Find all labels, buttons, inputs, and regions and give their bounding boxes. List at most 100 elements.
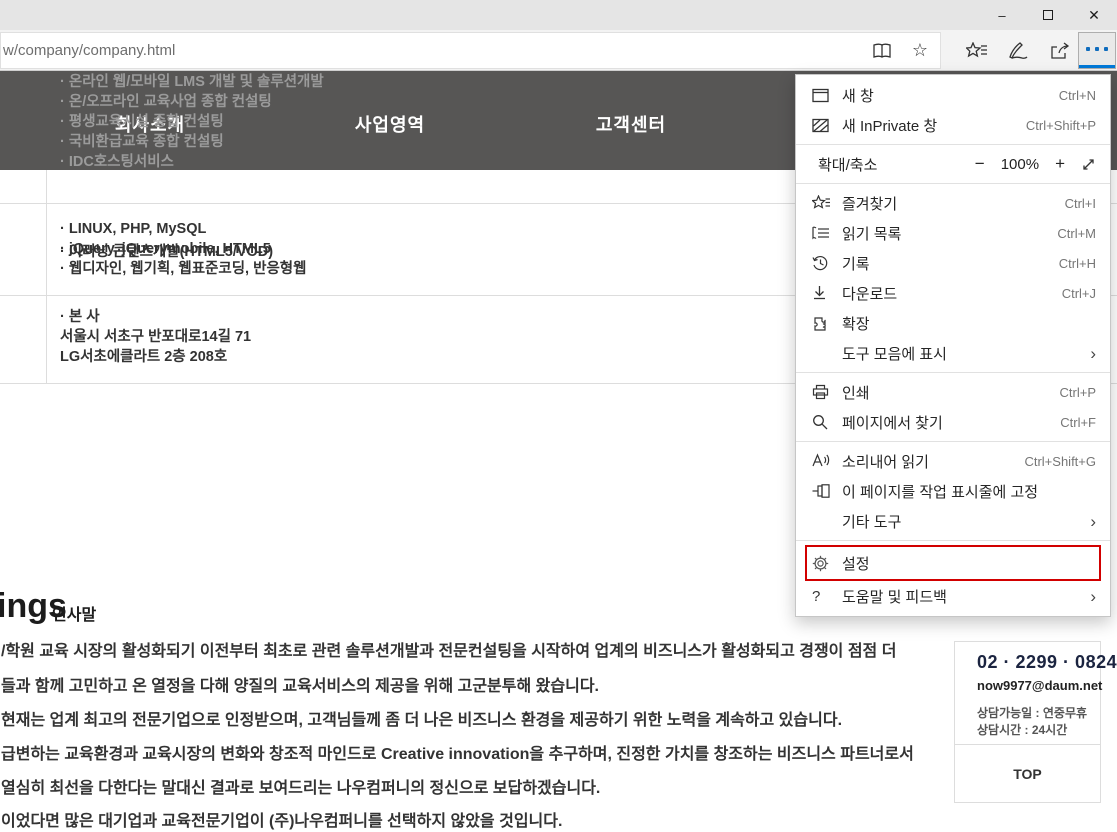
close-button[interactable]: ✕ xyxy=(1071,0,1117,30)
history-icon xyxy=(812,255,842,271)
quick-contact-panel: 02 · 2299 · 0824 now9977@daum.net 상담가능일 … xyxy=(954,641,1101,803)
menu-item-print[interactable]: 인쇄 Ctrl+P xyxy=(796,377,1110,407)
reading-view-icon[interactable] xyxy=(870,39,894,63)
settings-icon xyxy=(812,555,842,572)
greeting-paragraph: 열심히 최선을 다한다는 말대신 결과로 보여드리는 나우컴퍼니의 정신으로 보… xyxy=(1,779,600,799)
downloads-icon xyxy=(812,285,842,301)
list-item: LG서초에클라트 2층 208호 xyxy=(60,347,251,367)
tech-list: · LINUX, PHP, MySQL · jQuery, jQuerymobi… xyxy=(60,219,306,279)
menu-item-help-feedback[interactable]: ? 도움말 및 피드백 › xyxy=(796,581,1110,611)
menu-item-label: 도움말 및 피드백 xyxy=(842,586,1090,607)
service-list-occluded: · 온라인 웹/모바일 LMS 개발 및 솔루션개발 · 온/오프라인 교육사업… xyxy=(60,72,324,172)
menu-divider xyxy=(796,540,1110,541)
menu-item-label: 새 InPrivate 창 xyxy=(842,115,1026,136)
menu-item-history[interactable]: 기록 Ctrl+H xyxy=(796,248,1110,278)
reading-list-icon xyxy=(812,226,842,241)
menu-shortcut: Ctrl+M xyxy=(1057,226,1096,241)
maximize-icon xyxy=(1043,10,1053,20)
menu-divider xyxy=(796,441,1110,442)
pin-icon xyxy=(812,484,842,498)
maximize-button[interactable] xyxy=(1025,0,1071,30)
menu-divider xyxy=(796,372,1110,373)
menu-shortcut: Ctrl+I xyxy=(1065,196,1096,211)
menu-item-zoom: 확대/축소 − 100% + xyxy=(796,149,1110,179)
zoom-level: 100% xyxy=(1001,156,1039,173)
list-item: · 온라인 웹/모바일 LMS 개발 및 솔루션개발 xyxy=(60,72,324,92)
inprivate-window-icon xyxy=(812,118,842,133)
print-icon xyxy=(812,384,842,400)
favorites-icon xyxy=(812,195,842,211)
scroll-top-button[interactable]: TOP xyxy=(955,744,1100,802)
menu-item-favorites[interactable]: 즐겨찾기 Ctrl+I xyxy=(796,188,1110,218)
menu-shortcut: Ctrl+N xyxy=(1059,88,1096,103)
list-item: · IDC호스팅서비스 xyxy=(60,152,324,172)
menu-item-label: 새 창 xyxy=(842,85,1059,106)
menu-item-find-on-page[interactable]: 페이지에서 찾기 Ctrl+F xyxy=(796,407,1110,437)
contact-days: 상담가능일 : 연중무휴 xyxy=(977,705,1100,722)
list-item: · 평생교육시설 종합 컨설팅 xyxy=(60,112,324,132)
submenu-chevron-icon: › xyxy=(1090,588,1096,605)
menu-divider xyxy=(796,144,1110,145)
address-block: · 본 사 서울시 서초구 반포대로14길 71 LG서초에클라트 2층 208… xyxy=(60,307,251,367)
contact-phone: 02 · 2299 · 0824 xyxy=(977,652,1100,673)
menu-item-pin-to-taskbar[interactable]: 이 페이지를 작업 표시줄에 고정 xyxy=(796,476,1110,506)
list-item: · jQuery, jQuerymobile, HTML5 xyxy=(60,239,306,259)
menu-item-label: 읽기 목록 xyxy=(842,223,1057,244)
menu-shortcut: Ctrl+P xyxy=(1060,385,1096,400)
favorites-bar-button[interactable] xyxy=(958,32,996,69)
menu-item-settings[interactable]: 설정 xyxy=(807,547,1099,579)
greeting-paragraph: 들과 함께 고민하고 온 열정을 다해 양질의 교육서비스의 제공을 위해 고군… xyxy=(1,677,599,697)
submenu-chevron-icon: › xyxy=(1090,345,1096,362)
url-text: w/company/company.html xyxy=(1,42,175,59)
menu-shortcut: Ctrl+Shift+G xyxy=(1024,454,1096,469)
minimize-button[interactable]: – xyxy=(979,0,1025,30)
menu-item-label: 도구 모음에 표시 xyxy=(812,343,1090,364)
menu-item-new-window[interactable]: 새 창 Ctrl+N xyxy=(796,80,1110,110)
settings-highlight-box: 설정 xyxy=(805,545,1101,581)
menu-item-label: 인쇄 xyxy=(842,382,1060,403)
menu-shortcut: Ctrl+Shift+P xyxy=(1026,118,1096,133)
more-button[interactable] xyxy=(1078,32,1116,69)
greeting-paragraph: /학원 교육 시장의 활성화되기 이전부터 최초로 관련 솔루션개발과 전문컨설… xyxy=(1,642,896,662)
greeting-paragraph: 급변하는 교육환경과 교육시장의 변화와 창조적 마인드로 Creative i… xyxy=(1,745,914,765)
contact-hours: 상담시간 : 24시간 xyxy=(977,722,1100,739)
menu-item-extensions[interactable]: 확장 xyxy=(796,308,1110,338)
fullscreen-icon[interactable] xyxy=(1081,157,1096,172)
nav-item-customer[interactable]: 고객센터 xyxy=(596,111,666,137)
nav-item-business[interactable]: 사업영역 xyxy=(355,111,425,137)
menu-item-downloads[interactable]: 다운로드 Ctrl+J xyxy=(796,278,1110,308)
browser-more-menu: 새 창 Ctrl+N 새 InPrivate 창 Ctrl+Shift+P 확대… xyxy=(795,74,1111,617)
menu-item-more-tools[interactable]: 기타 도구 › xyxy=(796,506,1110,536)
menu-item-label: 즐겨찾기 xyxy=(842,193,1065,214)
menu-item-label: 설정 xyxy=(842,553,1096,574)
zoom-label: 확대/축소 xyxy=(818,154,975,175)
list-item: · 온/오프라인 교육사업 종합 컨설팅 xyxy=(60,92,324,112)
menu-item-new-inprivate-window[interactable]: 새 InPrivate 창 Ctrl+Shift+P xyxy=(796,110,1110,140)
share-icon[interactable] xyxy=(1041,32,1079,69)
menu-item-read-aloud[interactable]: 소리내어 읽기 Ctrl+Shift+G xyxy=(796,446,1110,476)
greeting-paragraph: 이었다면 많은 대기업과 교육전문기업이 (주)나우컴퍼니를 선택하지 않았을 … xyxy=(1,812,562,832)
menu-item-label: 기타 도구 xyxy=(812,511,1090,532)
ink-pen-icon[interactable] xyxy=(999,32,1037,69)
find-icon xyxy=(812,414,842,430)
favorite-star-icon[interactable]: ☆ xyxy=(908,39,932,63)
address-bar[interactable]: w/company/company.html ☆ xyxy=(0,32,941,69)
menu-item-reading-list[interactable]: 읽기 목록 Ctrl+M xyxy=(796,218,1110,248)
browser-toolbar: w/company/company.html ☆ xyxy=(0,30,1117,71)
menu-item-label: 확장 xyxy=(842,313,1096,334)
menu-item-label: 소리내어 읽기 xyxy=(842,451,1024,472)
menu-item-show-in-toolbar[interactable]: 도구 모음에 표시 › xyxy=(796,338,1110,368)
active-indicator xyxy=(1079,65,1115,68)
zoom-in-button[interactable]: + xyxy=(1055,154,1065,174)
menu-item-label: 기록 xyxy=(842,253,1059,274)
list-item: · 본 사 xyxy=(60,307,251,327)
more-icon xyxy=(1086,47,1108,51)
menu-divider xyxy=(796,183,1110,184)
menu-shortcut: Ctrl+J xyxy=(1062,286,1096,301)
list-item: 서울시 서초구 반포대로14길 71 xyxy=(60,327,251,347)
menu-shortcut: Ctrl+H xyxy=(1059,256,1096,271)
menu-item-label: 다운로드 xyxy=(842,283,1062,304)
zoom-out-button[interactable]: − xyxy=(975,154,985,174)
contact-email: now9977@daum.net xyxy=(977,678,1100,693)
menu-shortcut: Ctrl+F xyxy=(1060,415,1096,430)
